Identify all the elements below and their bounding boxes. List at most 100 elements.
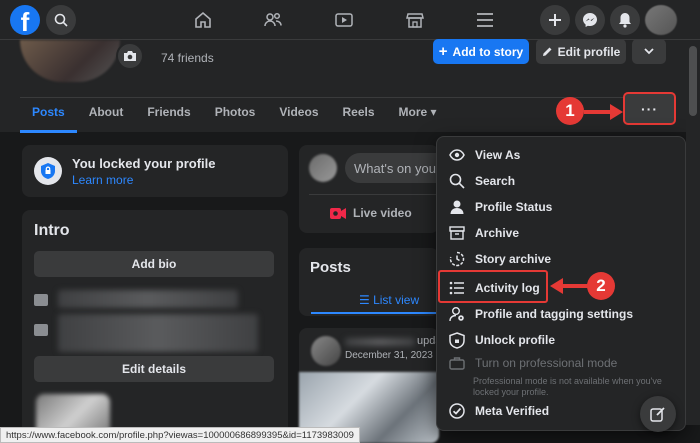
profile-picture[interactable] [20, 40, 120, 82]
chevron-down-icon [644, 48, 654, 55]
activity-log-highlight [438, 270, 548, 303]
menu-item-professional-mode: Turn on professional mode [445, 350, 679, 376]
video-nav-button[interactable] [332, 8, 356, 32]
live-video-icon [330, 207, 346, 219]
intro-title: Intro [34, 222, 70, 239]
intro-detail-redacted [58, 314, 258, 352]
edit-details-button[interactable]: Edit details [34, 356, 274, 382]
search-button[interactable] [46, 5, 76, 35]
divider [309, 194, 437, 195]
edit-profile-button[interactable]: Edit profile [536, 39, 626, 64]
list-view-tab[interactable]: ☰ List view [359, 293, 419, 307]
tab-more[interactable]: More ▾ [387, 98, 449, 133]
eye-icon [449, 149, 465, 161]
menu-item-label: View As [475, 148, 521, 162]
step-2-badge: 2 [587, 272, 615, 300]
learn-more-link[interactable]: Learn more [72, 173, 133, 187]
work-icon [34, 294, 48, 306]
edit-profile-label: Edit profile [557, 44, 621, 59]
home-nav-button[interactable] [191, 8, 215, 32]
top-navigation-bar: f [0, 0, 700, 40]
friends-icon [264, 12, 282, 27]
friends-count[interactable]: 74 friends [161, 51, 214, 65]
marketplace-nav-button[interactable] [403, 8, 427, 32]
browser-status-url: https://www.facebook.com/profile.php?vie… [0, 427, 360, 443]
pencil-icon [542, 47, 552, 56]
more-options-button[interactable]: ··· [623, 92, 676, 125]
menu-item-label: Search [475, 174, 516, 188]
menu-item-label: Story archive [475, 252, 552, 266]
plus-icon: + [438, 42, 448, 60]
tab-friends[interactable]: Friends [135, 98, 202, 133]
camera-icon [124, 51, 136, 61]
avatar [309, 154, 337, 182]
shield-icon [449, 331, 465, 349]
menu-item-label: Meta Verified [475, 404, 550, 418]
hamburger-icon [477, 13, 493, 27]
account-avatar[interactable] [645, 5, 677, 35]
add-to-story-button[interactable]: + Add to story [433, 39, 529, 64]
menu-item-label: Turn on professional mode [475, 356, 618, 370]
menu-item-profile-tagging-settings[interactable]: Profile and tagging settings [445, 301, 679, 327]
post-author-redacted[interactable] [345, 338, 415, 346]
posts-section-title: Posts [310, 259, 351, 276]
archive-icon [449, 226, 465, 240]
post-timestamp[interactable]: December 31, 2023 at [345, 350, 444, 361]
live-video-button[interactable]: Live video [329, 206, 412, 220]
tab-photos[interactable]: Photos [203, 98, 268, 133]
create-button[interactable] [540, 5, 570, 35]
messenger-icon [583, 13, 597, 27]
posts-section-card: Posts ☰ List view [299, 248, 439, 316]
step-2-arrow [550, 278, 588, 294]
new-message-button[interactable] [640, 396, 676, 432]
search-icon [449, 173, 465, 189]
tab-about[interactable]: About [77, 98, 136, 133]
notifications-button[interactable] [610, 5, 640, 35]
menu-item-label: Archive [475, 226, 520, 240]
menu-item-view-as[interactable]: View As [445, 142, 679, 168]
intro-detail-redacted [58, 290, 238, 308]
locked-profile-title: You locked your profile [72, 156, 216, 171]
menu-item-profile-status[interactable]: Profile Status [445, 194, 679, 220]
briefcase-icon [449, 357, 465, 370]
work-icon [34, 324, 48, 336]
video-icon [335, 13, 353, 27]
tab-posts[interactable]: Posts [20, 98, 77, 133]
create-post-card: What's on your mind? Live video [299, 145, 455, 233]
home-icon [195, 11, 211, 28]
step-1-arrow [584, 104, 623, 120]
locked-profile-card: You locked your profile Learn more [22, 145, 288, 197]
friends-nav-button[interactable] [261, 8, 285, 32]
menu-item-archive[interactable]: Archive [445, 220, 679, 246]
avatar[interactable] [311, 336, 341, 366]
list-view-active-indicator [311, 312, 437, 314]
live-video-label: Live video [353, 206, 412, 220]
intro-card: Intro Add bio Edit details [22, 210, 288, 443]
plus-icon [549, 14, 561, 26]
messenger-button[interactable] [575, 5, 605, 35]
menu-item-label: Unlock profile [475, 333, 556, 347]
verified-icon [449, 403, 465, 419]
menu-item-label: Profile and tagging settings [475, 307, 634, 321]
change-photo-button[interactable] [116, 42, 144, 70]
add-to-story-label: Add to story [452, 44, 524, 59]
post-card: upda December 31, 2023 at [299, 328, 444, 443]
menu-item-story-archive[interactable]: Story archive [445, 246, 679, 272]
bell-icon [619, 13, 631, 28]
compose-icon [650, 407, 665, 422]
menu-nav-button[interactable] [473, 8, 497, 32]
professional-mode-note: Professional mode is not available when … [473, 376, 662, 397]
add-bio-button[interactable]: Add bio [34, 251, 274, 277]
step-1-badge: 1 [556, 97, 584, 125]
facebook-logo[interactable]: f [10, 5, 40, 35]
menu-item-label: Profile Status [475, 200, 553, 214]
profile-options-chevron-button[interactable] [632, 39, 666, 64]
menu-item-search[interactable]: Search [445, 168, 679, 194]
gear-person-icon [449, 307, 464, 322]
search-icon [54, 13, 68, 27]
scrollbar-thumb[interactable] [689, 46, 697, 116]
story-archive-icon [449, 251, 465, 267]
tab-videos[interactable]: Videos [267, 98, 330, 133]
shield-icon [34, 157, 62, 185]
tab-reels[interactable]: Reels [331, 98, 387, 133]
